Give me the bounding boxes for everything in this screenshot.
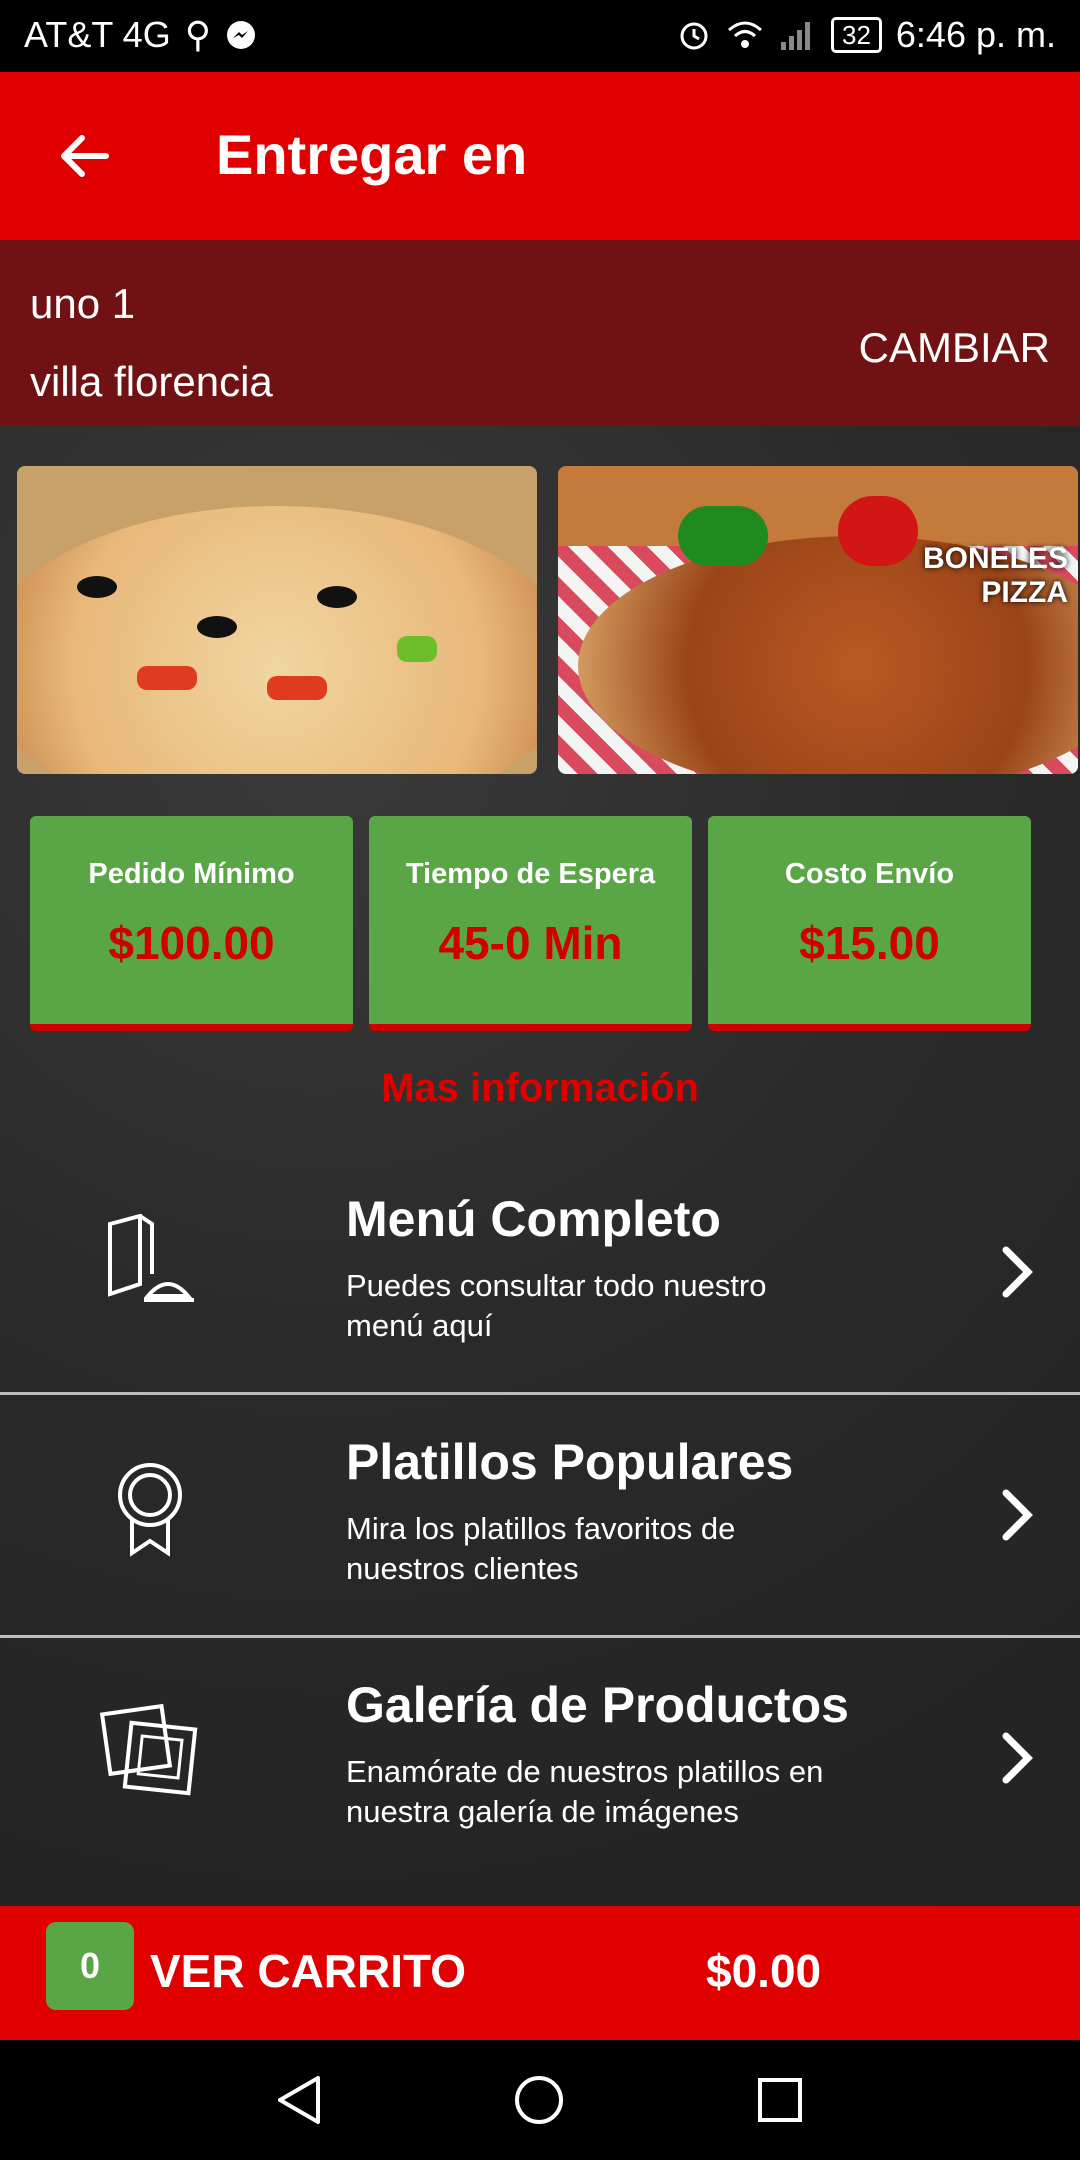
messenger-icon: [227, 21, 256, 49]
menu-item-product-gallery[interactable]: Galería de Productos Enamórate de nuestr…: [0, 1638, 1080, 1906]
address-line-1: uno 1: [30, 280, 136, 327]
card-label: Costo Envío: [784, 858, 955, 890]
chevron-right-icon: [1002, 1732, 1033, 1784]
menu-item-description: Enamórate de nuestros platillos en nuest…: [346, 1754, 824, 1829]
menu-item-description: Mira los platillos favoritos de nuestros…: [346, 1511, 736, 1586]
page-title: Entregar en: [216, 123, 528, 186]
photos-icon: [100, 1703, 198, 1796]
award-badge-icon: [118, 1463, 182, 1557]
chevron-right-icon: [1002, 1246, 1033, 1298]
card-label: Tiempo de Espera: [405, 858, 656, 890]
wifi-icon: [727, 21, 762, 48]
app-bar: Entregar en: [0, 72, 1080, 240]
nav-back-icon[interactable]: [274, 2074, 326, 2126]
menu-item-popular-dishes[interactable]: Platillos Populares Mira los platillos f…: [0, 1395, 1080, 1635]
menu-item-title: Galería de Productos: [346, 1677, 849, 1733]
usb-icon: ⚲: [184, 14, 212, 55]
promo-image-pizza[interactable]: [17, 466, 537, 774]
change-address-button[interactable]: CAMBIAR: [859, 324, 1050, 372]
back-arrow-icon[interactable]: [52, 124, 116, 188]
nav-home-icon[interactable]: [513, 2074, 565, 2126]
cart-total: $0.00: [706, 1945, 822, 1997]
overlay-line-2: PIZZA: [981, 576, 1068, 609]
menu-serving-icon: [108, 1214, 194, 1302]
carrier-text: AT&T 4G: [24, 14, 171, 55]
cart-count-badge: 0: [46, 1922, 134, 2010]
delivery-address-panel: uno 1 villa florencia CAMBIAR: [0, 240, 1080, 426]
status-left: AT&T 4G ⚲: [24, 14, 257, 56]
address-line-2: villa florencia: [30, 358, 273, 405]
overlay-line-1: BONELES: [922, 542, 1068, 575]
promo-image-boneless-pizza[interactable]: BONELES PIZZA: [558, 466, 1078, 774]
card-value: $100.00: [108, 917, 275, 969]
menu-item-full-menu[interactable]: Menú Completo Puedes consultar todo nues…: [0, 1152, 1080, 1392]
view-cart-bar[interactable]: 0 VER CARRITO $0.00: [0, 1906, 1080, 2040]
info-card-delivery-cost: Costo Envío $15.00: [708, 816, 1031, 1031]
menu-item-description: Puedes consultar todo nuestro menú aquí: [346, 1268, 767, 1343]
pizza-graphic: [17, 506, 537, 774]
chevron-right-icon: [1002, 1489, 1033, 1541]
view-cart-label: VER CARRITO: [150, 1945, 467, 1997]
info-card-minimum-order: Pedido Mínimo $100.00: [30, 816, 353, 1031]
status-right: 32 6:46 p. m.: [677, 14, 1056, 56]
status-time: 6:46 p. m.: [895, 14, 1056, 55]
menu-item-title: Platillos Populares: [346, 1434, 794, 1490]
more-info-link[interactable]: Mas información: [0, 1066, 1080, 1111]
battery-indicator: 32: [830, 17, 882, 53]
info-card-wait-time: Tiempo de Espera 45-0 Min: [369, 816, 692, 1031]
signal-icon: [780, 22, 810, 50]
card-label: Pedido Mínimo: [88, 858, 295, 890]
status-bar: AT&T 4G ⚲ 32 6:46 p. m.: [0, 0, 1080, 72]
card-value: 45-0 Min: [438, 917, 623, 969]
system-nav-bar: [0, 2040, 1080, 2160]
nav-recents-icon[interactable]: [754, 2074, 806, 2126]
card-value: $15.00: [799, 917, 940, 969]
alarm-icon: [680, 22, 708, 50]
promo-overlay-text: BONELES PIZZA: [923, 542, 1068, 610]
menu-item-title: Menú Completo: [346, 1191, 721, 1247]
